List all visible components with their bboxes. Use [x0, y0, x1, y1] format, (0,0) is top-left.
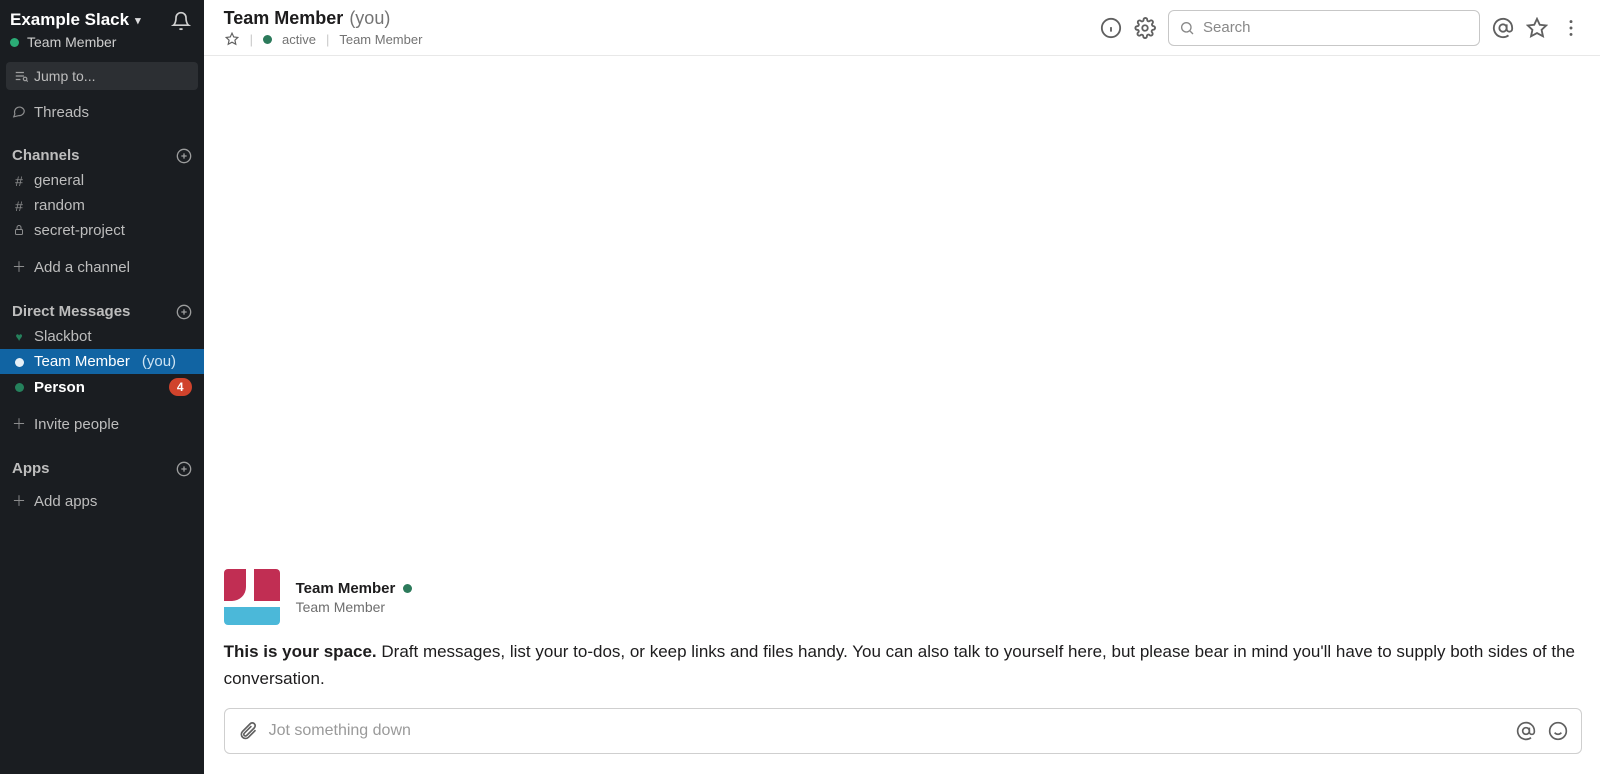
channel-label: general	[34, 172, 84, 189]
message-composer[interactable]: Jot something down	[224, 708, 1582, 754]
conversation-body: Team Member Team Member This is your spa…	[204, 56, 1600, 774]
dm-you-suffix: (you)	[142, 353, 176, 370]
jump-to-icon	[14, 69, 28, 83]
info-icon	[1100, 17, 1122, 39]
smile-icon	[1548, 721, 1568, 741]
dm-label: Slackbot	[34, 328, 92, 345]
dm-label: Team Member	[34, 353, 130, 370]
topbar: Team Member (you) | active | Team Member	[204, 0, 1600, 56]
conversation-title-block: Team Member (you) | active | Team Member	[224, 8, 423, 47]
conversation-you-suffix: (you)	[349, 8, 390, 29]
presence-dot-icon	[10, 38, 19, 47]
apps-section-header[interactable]: Apps	[0, 456, 204, 481]
conversation-name: Team Member	[224, 8, 344, 29]
bell-icon	[171, 11, 191, 31]
add-apps-link[interactable]: ＋ Add apps	[0, 487, 204, 515]
plus-icon: ＋	[12, 257, 26, 277]
plus-circle-icon[interactable]	[176, 304, 192, 320]
add-channel-link[interactable]: ＋ Add a channel	[0, 253, 204, 281]
dms-section-header[interactable]: Direct Messages	[0, 299, 204, 324]
attach-button[interactable]	[237, 720, 259, 742]
threads-icon	[12, 104, 26, 121]
channel-secret-project[interactable]: secret-project	[0, 218, 204, 243]
add-channel-label: Add a channel	[34, 259, 130, 276]
star-button[interactable]	[224, 31, 240, 47]
plus-circle-icon[interactable]	[176, 461, 192, 477]
presence-active-icon	[12, 379, 26, 395]
unread-badge: 4	[169, 378, 192, 396]
paperclip-icon	[238, 721, 258, 741]
settings-button[interactable]	[1134, 17, 1156, 39]
dm-person[interactable]: Person 4	[0, 374, 204, 400]
plus-circle-icon[interactable]	[176, 148, 192, 164]
at-sign-icon	[1492, 17, 1514, 39]
channel-label: secret-project	[34, 222, 125, 239]
composer-placeholder: Jot something down	[269, 722, 1505, 740]
profile-name: Team Member	[296, 580, 396, 597]
profile-summary: Team Member Team Member	[224, 569, 1582, 625]
hash-icon: #	[12, 198, 26, 214]
more-button[interactable]	[1560, 17, 1582, 39]
subtitle-name: Team Member	[339, 32, 422, 47]
search-input[interactable]: Search	[1168, 10, 1480, 46]
apps-header-label: Apps	[12, 460, 50, 477]
workspace-switcher[interactable]: Example Slack ▾ Team Member	[10, 10, 141, 50]
plus-icon: ＋	[12, 414, 26, 434]
dm-slackbot[interactable]: ♥ Slackbot	[0, 324, 204, 349]
channel-label: random	[34, 197, 85, 214]
starred-button[interactable]	[1526, 17, 1548, 39]
presence-status: active	[282, 32, 316, 47]
sidebar: Example Slack ▾ Team Member Jump to... T…	[0, 0, 204, 774]
main-panel: Team Member (you) | active | Team Member	[204, 0, 1600, 774]
threads-link[interactable]: Threads	[0, 100, 204, 125]
search-placeholder: Search	[1203, 19, 1251, 36]
divider: |	[326, 32, 329, 47]
intro-text: This is your space. Draft messages, list…	[224, 639, 1582, 692]
sidebar-header: Example Slack ▾ Team Member	[0, 0, 204, 58]
mention-button[interactable]	[1515, 720, 1537, 742]
channels-section-header[interactable]: Channels	[0, 143, 204, 168]
channel-general[interactable]: # general	[0, 168, 204, 193]
intro-body: Draft messages, list your to-dos, or kee…	[224, 642, 1575, 687]
presence-dot-icon	[263, 35, 272, 44]
hash-icon: #	[12, 173, 26, 189]
star-icon	[225, 32, 239, 46]
profile-subtitle: Team Member	[296, 599, 413, 615]
presence-dot-icon	[403, 584, 412, 593]
star-icon	[1526, 17, 1548, 39]
plus-icon: ＋	[12, 491, 26, 511]
emoji-button[interactable]	[1547, 720, 1569, 742]
chevron-down-icon: ▾	[135, 14, 141, 27]
invite-people-link[interactable]: ＋ Invite people	[0, 410, 204, 438]
invite-people-label: Invite people	[34, 416, 119, 433]
jump-to-input[interactable]: Jump to...	[6, 62, 198, 90]
add-apps-label: Add apps	[34, 493, 97, 510]
more-vertical-icon	[1560, 17, 1582, 39]
dm-label: Person	[34, 379, 85, 396]
workspace-name: Example Slack	[10, 10, 129, 30]
threads-label: Threads	[34, 104, 89, 121]
heart-icon: ♥	[12, 330, 26, 344]
lock-icon	[12, 223, 26, 239]
mentions-button[interactable]	[1492, 17, 1514, 39]
notifications-button[interactable]	[170, 10, 192, 32]
jump-to-placeholder: Jump to...	[34, 68, 95, 84]
presence-self-icon	[12, 354, 26, 370]
channel-random[interactable]: # random	[0, 193, 204, 218]
intro-lead: This is your space.	[224, 642, 377, 661]
channels-header-label: Channels	[12, 147, 80, 164]
gear-icon	[1134, 17, 1156, 39]
search-icon	[1179, 20, 1195, 36]
divider: |	[250, 32, 253, 47]
dms-header-label: Direct Messages	[12, 303, 130, 320]
dm-self[interactable]: Team Member (you)	[0, 349, 204, 374]
current-user-name: Team Member	[27, 34, 116, 50]
avatar	[224, 569, 280, 625]
at-sign-icon	[1516, 721, 1536, 741]
current-user-row: Team Member	[10, 34, 141, 50]
info-button[interactable]	[1100, 17, 1122, 39]
